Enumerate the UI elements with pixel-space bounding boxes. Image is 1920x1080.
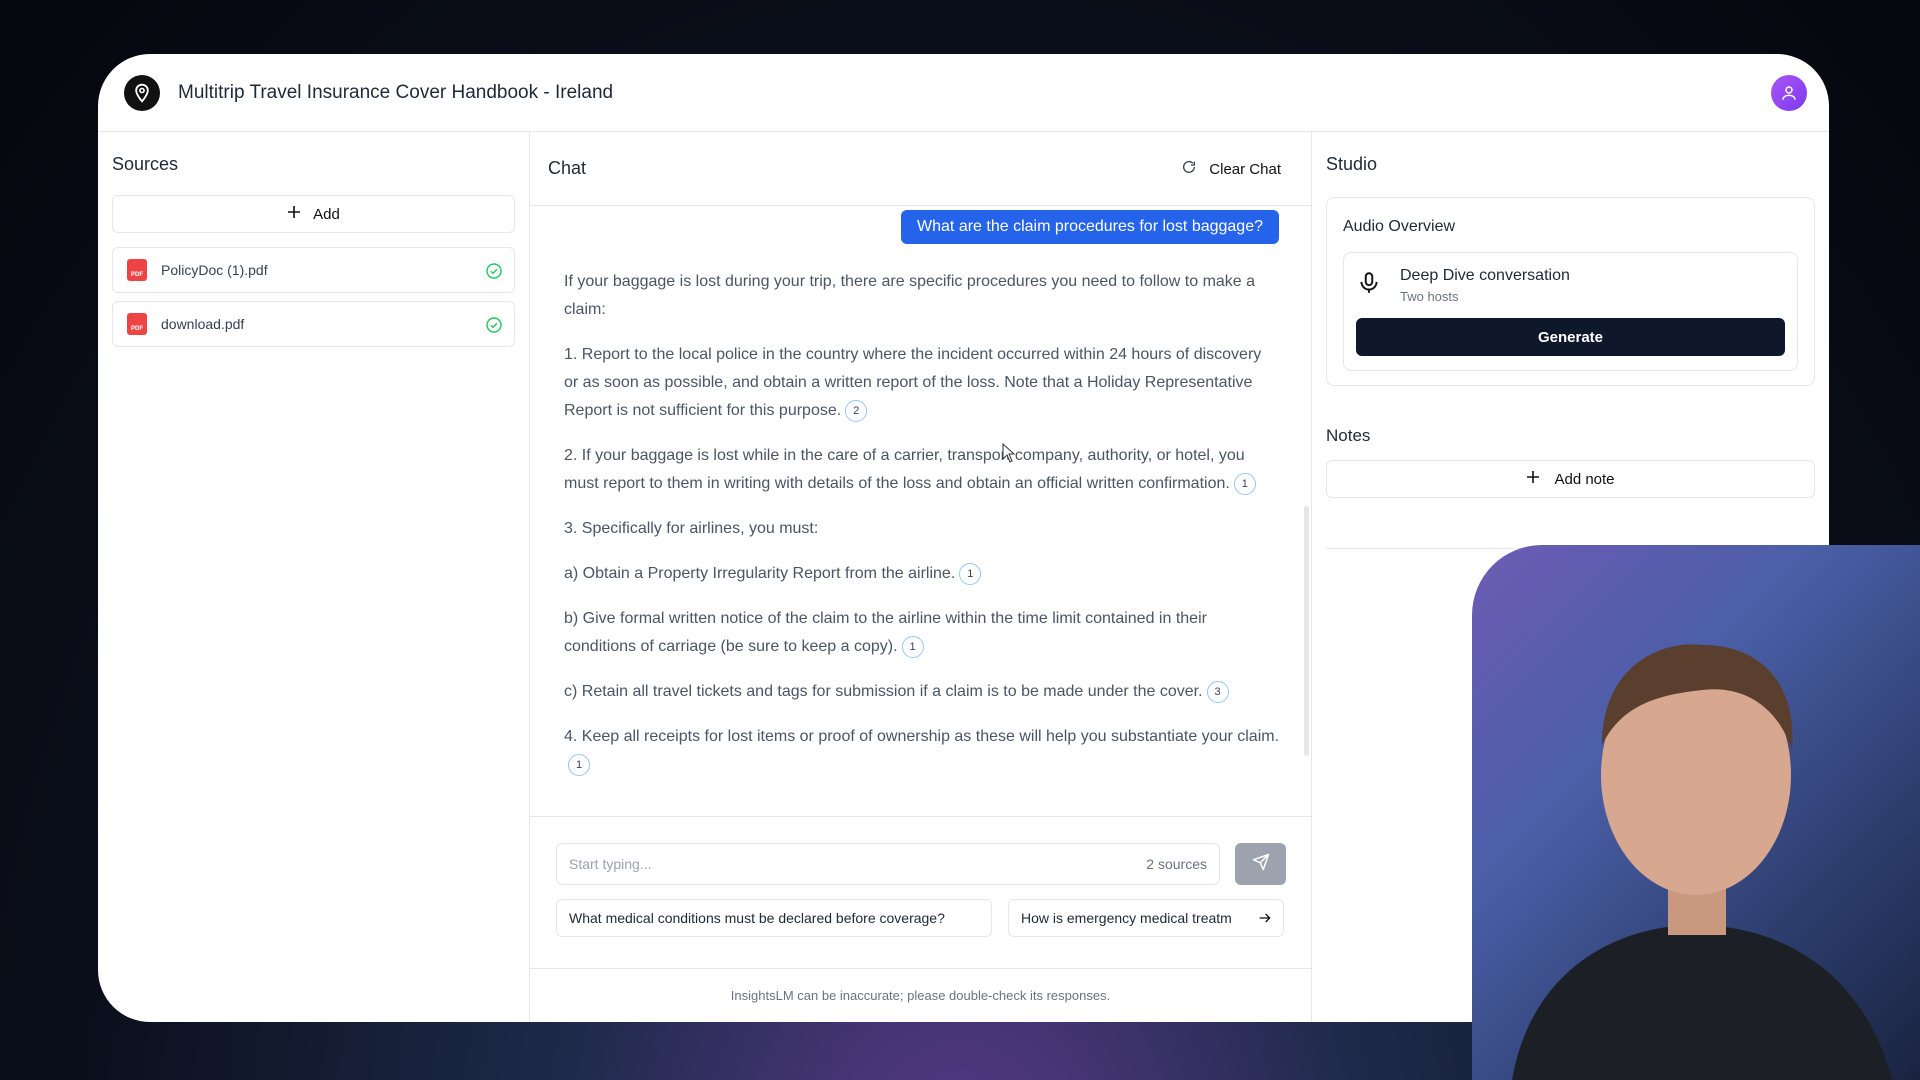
source-name: PolicyDoc (1).pdf	[161, 262, 268, 278]
notes-title: Notes	[1326, 426, 1371, 445]
deep-dive-title: Deep Dive conversation	[1400, 267, 1570, 284]
user-message: What are the claim procedures for lost b…	[901, 210, 1279, 244]
deep-dive-card: Deep Dive conversation Two hosts Generat…	[1343, 252, 1798, 371]
add-source-button[interactable]: Add	[112, 195, 515, 233]
user-avatar-icon[interactable]	[1771, 75, 1807, 111]
suggested-question[interactable]: What medical conditions must be declared…	[556, 899, 992, 937]
send-button[interactable]	[1235, 843, 1286, 885]
top-bar: Multitrip Travel Insurance Cover Handboo…	[98, 54, 1829, 132]
generate-button[interactable]: Generate	[1356, 318, 1785, 356]
audio-overview-title: Audio Overview	[1343, 218, 1456, 235]
citation-badge[interactable]: 1	[901, 635, 924, 658]
mouse-cursor-icon	[1002, 442, 1016, 468]
clear-chat-button[interactable]: Clear Chat	[1181, 159, 1281, 179]
answer-paragraph: 4. Keep all receipts for lost items or p…	[564, 723, 1279, 779]
refresh-icon	[1181, 159, 1197, 179]
send-icon	[1252, 853, 1270, 876]
chat-title: Chat	[548, 158, 587, 178]
citation-badge[interactable]: 2	[845, 399, 868, 422]
presenter-video-image	[1512, 644, 1892, 1080]
citation-badge[interactable]: 1	[568, 753, 590, 776]
chat-scrollbar[interactable]	[1304, 506, 1309, 756]
source-name: download.pdf	[161, 316, 245, 332]
podcast-mic-icon	[1356, 270, 1382, 301]
source-item[interactable]: PDF download.pdf	[112, 301, 515, 347]
add-note-button[interactable]: Add note	[1326, 460, 1815, 498]
suggested-question-label: How is emergency medical treatm	[1021, 910, 1232, 926]
plus-icon	[287, 205, 301, 223]
citation-badge[interactable]: 1	[959, 562, 982, 585]
pdf-file-icon: PDF	[127, 313, 147, 335]
check-circle-icon	[486, 263, 502, 284]
chat-input[interactable]	[569, 856, 1147, 872]
chat-input-wrapper: 2 sources	[556, 843, 1220, 885]
chat-messages[interactable]: What are the claim procedures for lost b…	[530, 206, 1311, 816]
add-note-label: Add note	[1554, 470, 1615, 488]
deep-dive-subtitle: Two hosts	[1400, 289, 1459, 304]
answer-paragraph: 3. Specifically for airlines, you must:	[564, 520, 819, 537]
chat-panel: Chat Clear Chat What are the claim proce…	[530, 132, 1312, 1022]
answer-paragraph: b) Give formal written notice of the cla…	[564, 605, 1279, 661]
sources-title: Sources	[112, 154, 179, 174]
add-source-label: Add	[313, 205, 340, 223]
check-circle-icon	[486, 317, 502, 338]
assistant-message: If your baggage is lost during your trip…	[564, 268, 1279, 779]
citation-badge[interactable]: 1	[1233, 472, 1256, 495]
disclaimer-text: InsightsLM can be inaccurate; please dou…	[530, 968, 1311, 1022]
clear-chat-label: Clear Chat	[1209, 160, 1281, 178]
answer-paragraph: c) Retain all travel tickets and tags fo…	[564, 678, 1279, 706]
chat-input-area: 2 sources What medical conditions must b…	[530, 816, 1311, 1022]
chat-header: Chat Clear Chat	[530, 132, 1311, 206]
citation-badge[interactable]: 3	[1206, 680, 1229, 703]
answer-paragraph: a) Obtain a Property Irregularity Report…	[564, 560, 1279, 588]
notebook-title: Multitrip Travel Insurance Cover Handboo…	[178, 81, 614, 103]
studio-title: Studio	[1326, 154, 1378, 174]
sources-panel: Sources Add PDF PolicyDoc (1).pdf PDF do…	[98, 132, 530, 1022]
webcam-overlay	[1472, 545, 1920, 1080]
answer-paragraph: 2. If your baggage is lost while in the …	[564, 442, 1279, 498]
arrow-right-icon	[1257, 910, 1273, 929]
suggested-question[interactable]: How is emergency medical treatm	[1008, 899, 1284, 937]
pdf-file-icon: PDF	[127, 259, 147, 281]
plus-icon	[1526, 470, 1540, 488]
answer-paragraph: If your baggage is lost during your trip…	[564, 273, 1256, 318]
map-pin-logo-icon	[124, 74, 160, 111]
sources-count: 2 sources	[1146, 856, 1207, 872]
audio-overview-card: Audio Overview Deep Dive conversation Tw…	[1326, 197, 1815, 386]
source-item[interactable]: PDF PolicyDoc (1).pdf	[112, 247, 515, 293]
answer-paragraph: 1. Report to the local police in the cou…	[564, 341, 1279, 425]
